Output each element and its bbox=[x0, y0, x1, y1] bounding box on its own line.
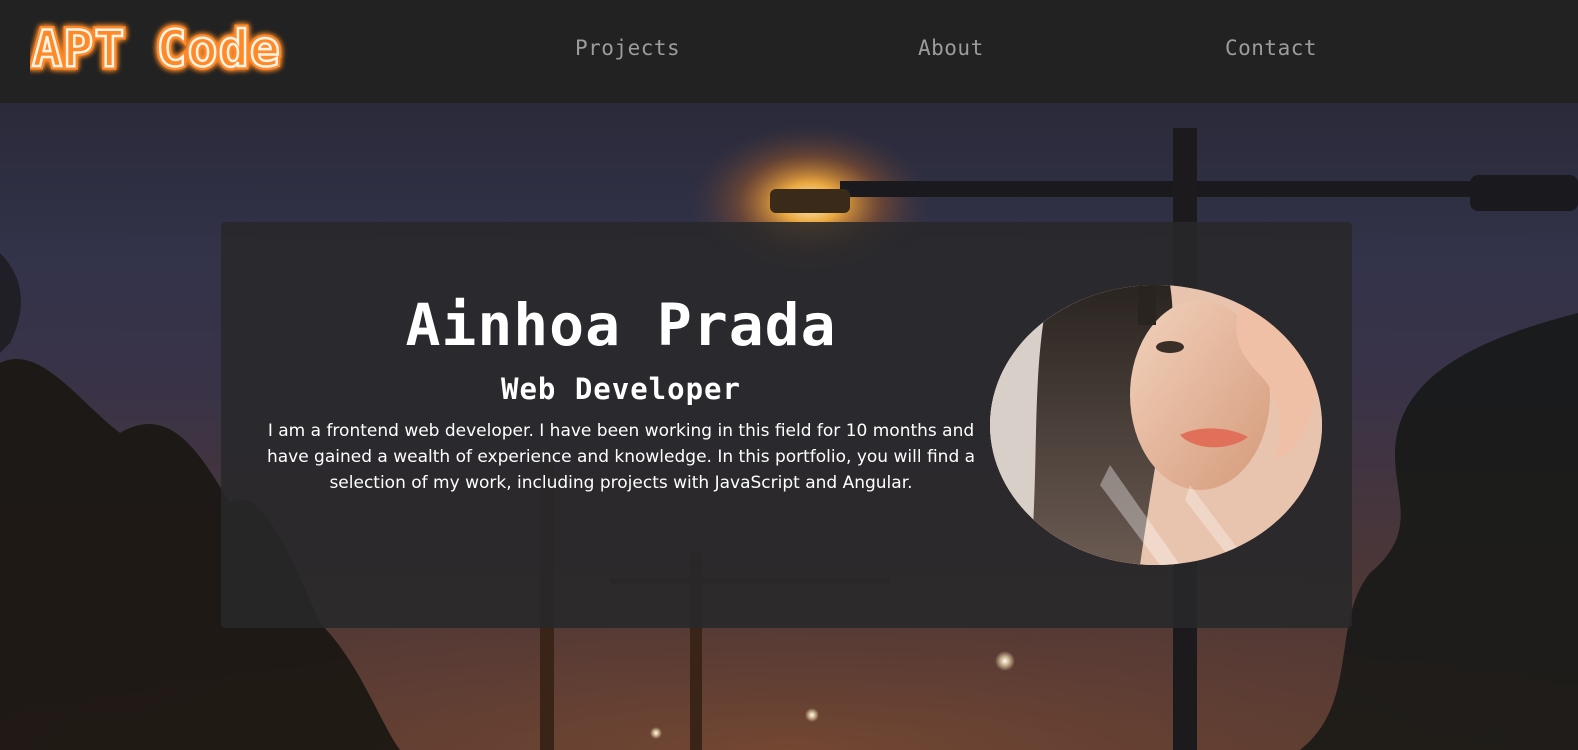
developer-bio: I am a frontend web developer. I have be… bbox=[266, 421, 976, 493]
nav-link-contact[interactable]: Contact bbox=[1225, 36, 1317, 60]
nav-link-projects[interactable]: Projects bbox=[575, 36, 680, 60]
site-logo[interactable]: APT Code APT Code bbox=[30, 16, 300, 79]
developer-name: Ainhoa Prada bbox=[405, 291, 837, 359]
site-header: APT Code APT Code Projects About Contact bbox=[0, 0, 1578, 103]
intro-text: Ainhoa Prada Web Developer I am a fronte… bbox=[251, 290, 991, 496]
neon-logo-icon: APT Code APT Code bbox=[30, 17, 283, 79]
nav-link-about[interactable]: About bbox=[918, 36, 984, 60]
profile-photo-image bbox=[990, 285, 1322, 565]
intro-card: Ainhoa Prada Web Developer I am a fronte… bbox=[221, 222, 1352, 628]
logo-text-core: APT Code bbox=[32, 20, 281, 78]
developer-role: Web Developer bbox=[501, 372, 741, 406]
profile-photo bbox=[990, 285, 1322, 565]
